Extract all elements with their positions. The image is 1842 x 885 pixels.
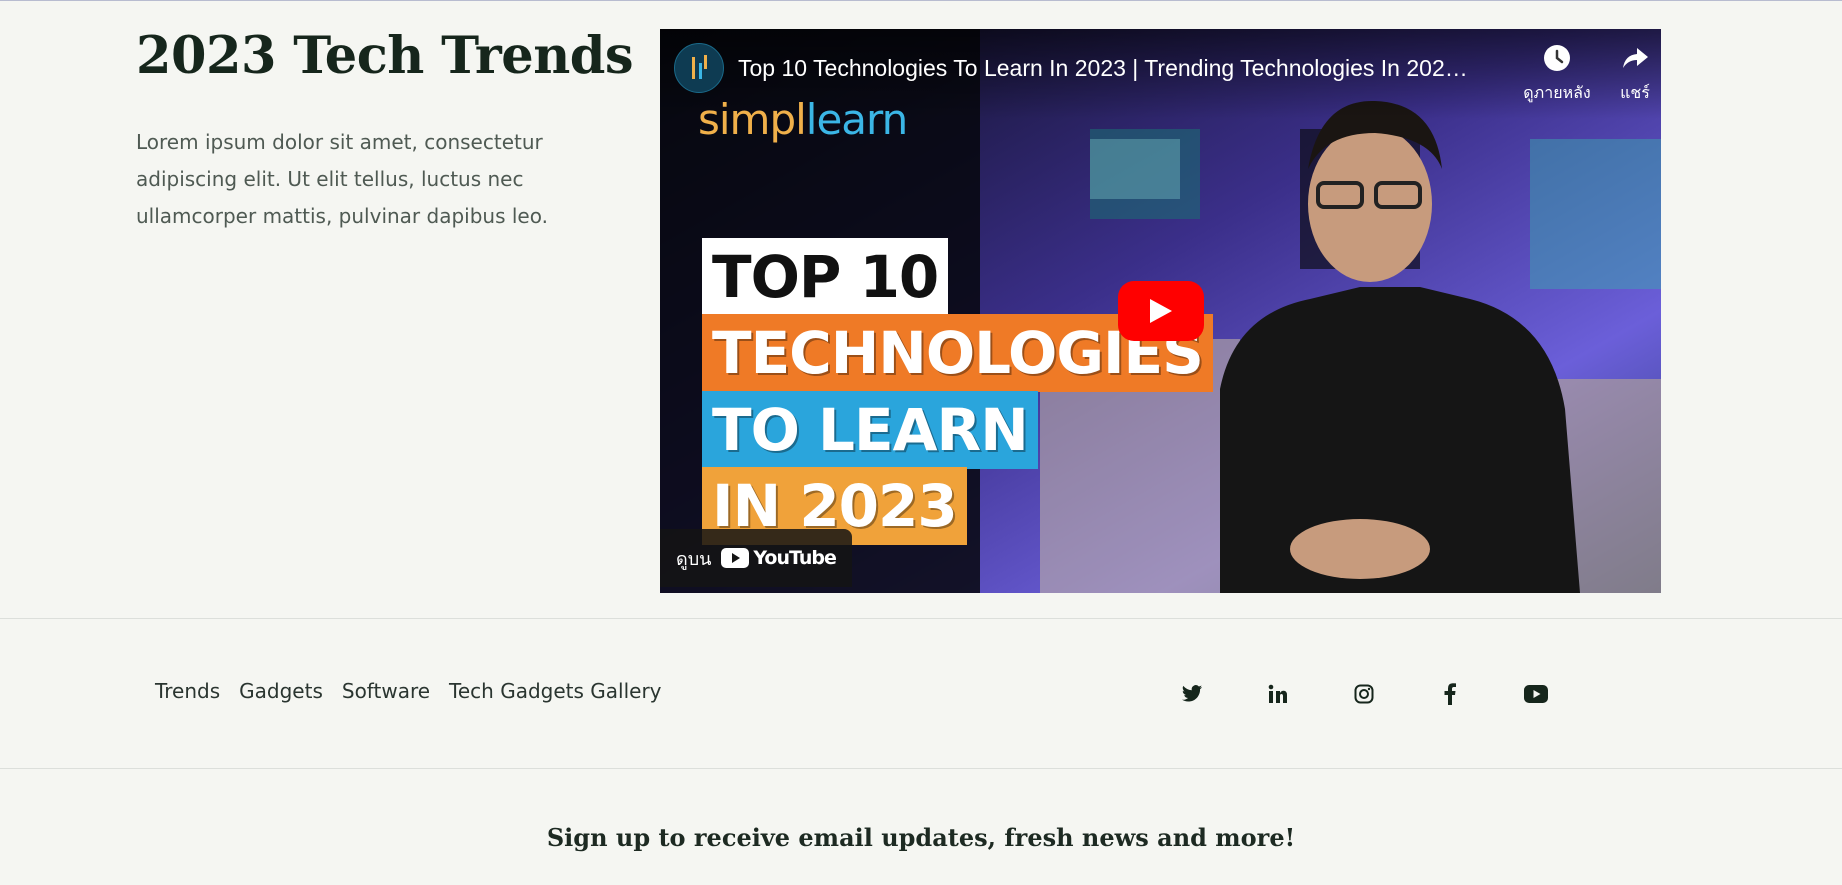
linkedin-link[interactable] xyxy=(1260,678,1296,710)
thumb-text-top10: TOP 10 xyxy=(702,238,949,316)
twitter-link[interactable] xyxy=(1174,678,1210,710)
footer-link-software[interactable]: Software xyxy=(342,679,430,703)
play-icon xyxy=(1150,299,1172,323)
thumb-text-to-learn: TO LEARN xyxy=(702,391,1038,469)
footer-nav: Trends Gadgets Software Tech Gadgets Gal… xyxy=(155,679,662,703)
instagram-link[interactable] xyxy=(1346,678,1382,710)
simplilearn-logo: simpllearn xyxy=(698,95,908,144)
facebook-icon xyxy=(1444,683,1456,705)
youtube-link[interactable] xyxy=(1518,678,1554,710)
youtube-icon xyxy=(1524,685,1548,703)
social-links xyxy=(1174,678,1554,710)
footer-link-tech-gadgets-gallery[interactable]: Tech Gadgets Gallery xyxy=(449,679,661,703)
video-embed[interactable]: Top 10 Technologies To Learn In 2023 | T… xyxy=(660,29,1661,593)
watch-on-label: ดูบน xyxy=(676,548,712,570)
channel-logo-icon xyxy=(692,55,707,79)
facebook-link[interactable] xyxy=(1432,678,1468,710)
play-button[interactable] xyxy=(1118,281,1204,341)
share-icon xyxy=(1623,48,1648,68)
footer-link-gadgets[interactable]: Gadgets xyxy=(239,679,323,703)
hero-description: Lorem ipsum dolor sit amet, consectetur … xyxy=(136,130,548,228)
signup-heading: Sign up to receive email updates, fresh … xyxy=(546,823,1296,852)
footer-link-trends[interactable]: Trends xyxy=(155,679,220,703)
share-label: แชร์ xyxy=(1620,83,1650,102)
footer-divider-top xyxy=(0,618,1842,619)
instagram-icon xyxy=(1354,684,1374,704)
page-title: 2023 Tech Trends xyxy=(136,26,634,86)
watch-on-youtube-button[interactable]: ดูบน YouTube xyxy=(660,529,852,587)
footer-divider-bottom xyxy=(0,768,1842,769)
channel-avatar[interactable] xyxy=(674,43,724,93)
video-title[interactable]: Top 10 Technologies To Learn In 2023 | T… xyxy=(738,55,1478,82)
twitter-icon xyxy=(1181,685,1203,702)
clock-icon xyxy=(1544,45,1570,71)
watch-later-label: ดูภายหลัง xyxy=(1523,83,1591,102)
youtube-logo: YouTube xyxy=(721,547,837,569)
youtube-logo-icon xyxy=(721,548,750,568)
watch-later-button[interactable]: ดูภายหลัง xyxy=(1512,43,1602,106)
share-button[interactable]: แชร์ xyxy=(1605,43,1661,106)
top-border xyxy=(0,0,1842,1)
linkedin-icon xyxy=(1268,684,1287,703)
